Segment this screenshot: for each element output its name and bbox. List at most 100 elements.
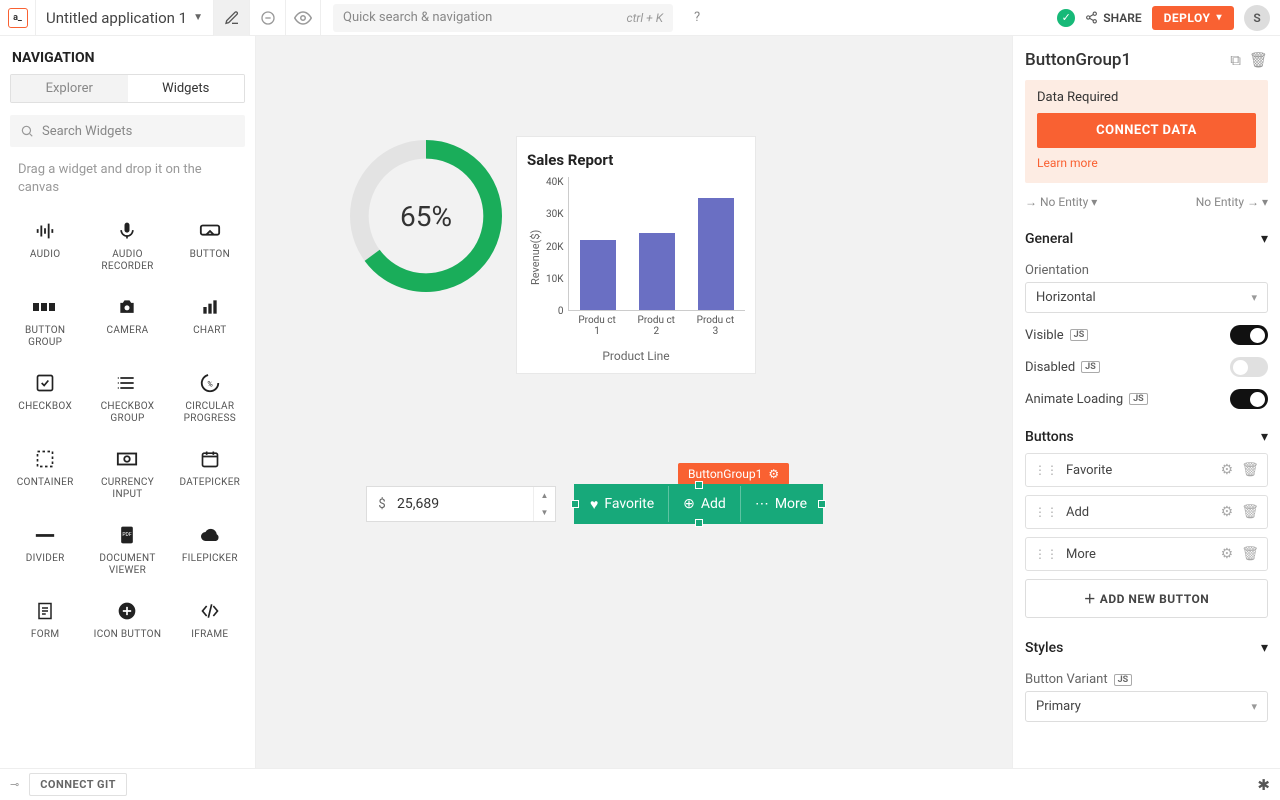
share-button[interactable]: SHARE xyxy=(1085,11,1141,25)
drag-handle-icon[interactable]: ⋮⋮ xyxy=(1034,547,1058,561)
section-general[interactable]: General▾ xyxy=(1025,223,1268,255)
user-avatar[interactable]: S xyxy=(1244,5,1270,31)
widget-date[interactable]: DATEPICKER xyxy=(169,437,251,513)
button-list-item[interactable]: ⋮⋮Add⚙🗑 xyxy=(1025,495,1268,529)
section-buttons[interactable]: Buttons▾ xyxy=(1025,421,1268,453)
connect-data-button[interactable]: CONNECT DATA xyxy=(1037,113,1256,148)
widget-divider[interactable]: DIVIDER xyxy=(4,513,86,589)
gear-icon[interactable]: ⚙ xyxy=(1221,504,1234,520)
group-button-favorite[interactable]: ♥Favorite xyxy=(576,486,669,522)
widget-search-input[interactable]: Search Widgets xyxy=(10,115,245,147)
quick-search[interactable]: Quick search & navigation ctrl + K xyxy=(333,4,673,32)
widget-form[interactable]: FORM xyxy=(4,589,86,653)
incoming-entity[interactable]: → No Entity ▾ xyxy=(1025,195,1097,209)
drag-handle-icon[interactable]: ⋮⋮ xyxy=(1034,463,1058,477)
delete-icon[interactable]: 🗑 xyxy=(1241,462,1259,478)
widget-currency[interactable]: CURRENCY INPUT xyxy=(86,437,168,513)
search-icon xyxy=(20,124,34,138)
widget-container[interactable]: CONTAINER xyxy=(4,437,86,513)
deploy-button[interactable]: DEPLOY ▾ xyxy=(1152,6,1234,30)
chart-widget[interactable]: Sales Report Revenue($) 40K30K20K10K0 Pr… xyxy=(516,136,756,374)
help-button[interactable]: ? xyxy=(679,0,715,36)
gear-icon[interactable]: ⚙ xyxy=(1221,462,1234,478)
widget-button[interactable]: BUTTON xyxy=(169,209,251,285)
group-button-more[interactable]: ⋯More xyxy=(741,486,821,522)
orientation-label: Orientation xyxy=(1025,263,1268,278)
widget-bgroup[interactable]: BUTTON GROUP xyxy=(4,285,86,361)
button-icon: ♥ xyxy=(590,496,598,513)
widget-cbgroup[interactable]: CHECKBOX GROUP xyxy=(86,361,168,437)
delete-icon[interactable]: 🗑 xyxy=(1241,546,1259,562)
status-ok-icon[interactable]: ✓ xyxy=(1057,9,1075,27)
button-icon: ⋯ xyxy=(755,496,769,512)
tab-explorer[interactable]: Explorer xyxy=(11,75,128,102)
button-variant-select[interactable]: Primary ▾ xyxy=(1025,691,1268,722)
js-badge[interactable]: JS xyxy=(1070,329,1089,341)
orientation-select[interactable]: Horizontal ▾ xyxy=(1025,282,1268,313)
resize-handle-left[interactable] xyxy=(571,500,579,508)
resize-handle-bottom[interactable] xyxy=(695,519,703,527)
alert-title: Data Required xyxy=(1037,90,1256,105)
drag-handle-icon[interactable]: ⋮⋮ xyxy=(1034,505,1058,519)
edit-mode-button[interactable] xyxy=(213,0,249,36)
resize-handle-right[interactable] xyxy=(818,500,826,508)
widget-iframe[interactable]: IFRAME xyxy=(169,589,251,653)
preview-button[interactable] xyxy=(285,0,321,36)
chevron-down-icon: ▾ xyxy=(1261,640,1268,656)
property-pane-title[interactable]: ButtonGroup1 xyxy=(1025,50,1222,70)
js-badge[interactable]: JS xyxy=(1081,361,1100,373)
widget-audio[interactable]: AUDIO xyxy=(4,209,86,285)
logo[interactable]: a_ xyxy=(0,0,36,36)
button-list-item[interactable]: ⋮⋮More⚙🗑 xyxy=(1025,537,1268,571)
gear-icon[interactable]: ⚙ xyxy=(1221,546,1234,562)
currency-input-widget[interactable]: $ 25,689 ▲ ▼ xyxy=(366,486,556,522)
connect-git-button[interactable]: CONNECT GIT xyxy=(29,773,127,796)
outgoing-entity[interactable]: No Entity → ▾ xyxy=(1196,195,1268,209)
divider-icon xyxy=(34,523,56,547)
circular-progress-widget[interactable]: 65% xyxy=(346,136,506,296)
debug-icon[interactable]: ✱ xyxy=(1257,776,1270,794)
widget-chart[interactable]: CHART xyxy=(169,285,251,361)
chart-bars xyxy=(568,177,745,311)
animate-label: Animate Loading xyxy=(1025,392,1123,407)
widget-cprog[interactable]: %CIRCULAR PROGRESS xyxy=(169,361,251,437)
button-group-widget[interactable]: ♥Favorite⊕Add⋯More xyxy=(574,484,823,524)
widget-mic[interactable]: AUDIO RECORDER xyxy=(86,209,168,285)
left-tabs: Explorer Widgets xyxy=(10,74,245,103)
chevron-down-icon: ▾ xyxy=(1251,291,1257,304)
widget-doc[interactable]: PDFDOCUMENT VIEWER xyxy=(86,513,168,589)
checkbox-icon xyxy=(35,371,55,395)
delete-icon[interactable]: 🗑 xyxy=(1241,504,1259,520)
visible-toggle[interactable] xyxy=(1230,325,1268,345)
widget-file[interactable]: FILEPICKER xyxy=(169,513,251,589)
widget-camera[interactable]: CAMERA xyxy=(86,285,168,361)
property-pane: ButtonGroup1 ⧉ 🗑 Data Required CONNECT D… xyxy=(1012,36,1280,768)
widget-checkbox[interactable]: CHECKBOX xyxy=(4,361,86,437)
js-badge[interactable]: JS xyxy=(1129,393,1148,405)
disabled-toggle[interactable] xyxy=(1230,357,1268,377)
animate-toggle[interactable] xyxy=(1230,389,1268,409)
learn-more-link[interactable]: Learn more xyxy=(1037,156,1098,170)
js-badge[interactable]: JS xyxy=(1114,674,1133,686)
button-list-item[interactable]: ⋮⋮Favorite⚙🗑 xyxy=(1025,453,1268,487)
visible-label: Visible xyxy=(1025,328,1064,343)
date-icon xyxy=(200,447,220,471)
step-up-button[interactable]: ▲ xyxy=(534,487,555,504)
widget-iconbtn[interactable]: ICON BUTTON xyxy=(86,589,168,653)
container-icon xyxy=(35,447,55,471)
comments-button[interactable] xyxy=(249,0,285,36)
section-styles[interactable]: Styles▾ xyxy=(1025,632,1268,664)
group-button-add[interactable]: ⊕Add xyxy=(669,486,741,522)
editor-canvas[interactable]: 65% Sales Report Revenue($) 40K30K20K10K… xyxy=(256,36,1012,768)
y-axis-label: Revenue($) xyxy=(527,177,544,337)
x-labels: Produ ct1Produ ct2Produ ct3 xyxy=(568,315,745,337)
step-down-button[interactable]: ▼ xyxy=(534,504,555,521)
resize-handle-top[interactable] xyxy=(695,481,703,489)
add-new-button[interactable]: ＋ ADD NEW BUTTON xyxy=(1025,579,1268,618)
app-name-dropdown[interactable]: Untitled application 1 ▼ xyxy=(36,9,213,27)
copy-icon[interactable]: ⧉ xyxy=(1230,51,1241,69)
camera-icon xyxy=(116,295,138,319)
tab-widgets[interactable]: Widgets xyxy=(128,75,245,102)
search-placeholder: Quick search & navigation xyxy=(343,10,492,25)
delete-icon[interactable]: 🗑 xyxy=(1249,51,1268,69)
